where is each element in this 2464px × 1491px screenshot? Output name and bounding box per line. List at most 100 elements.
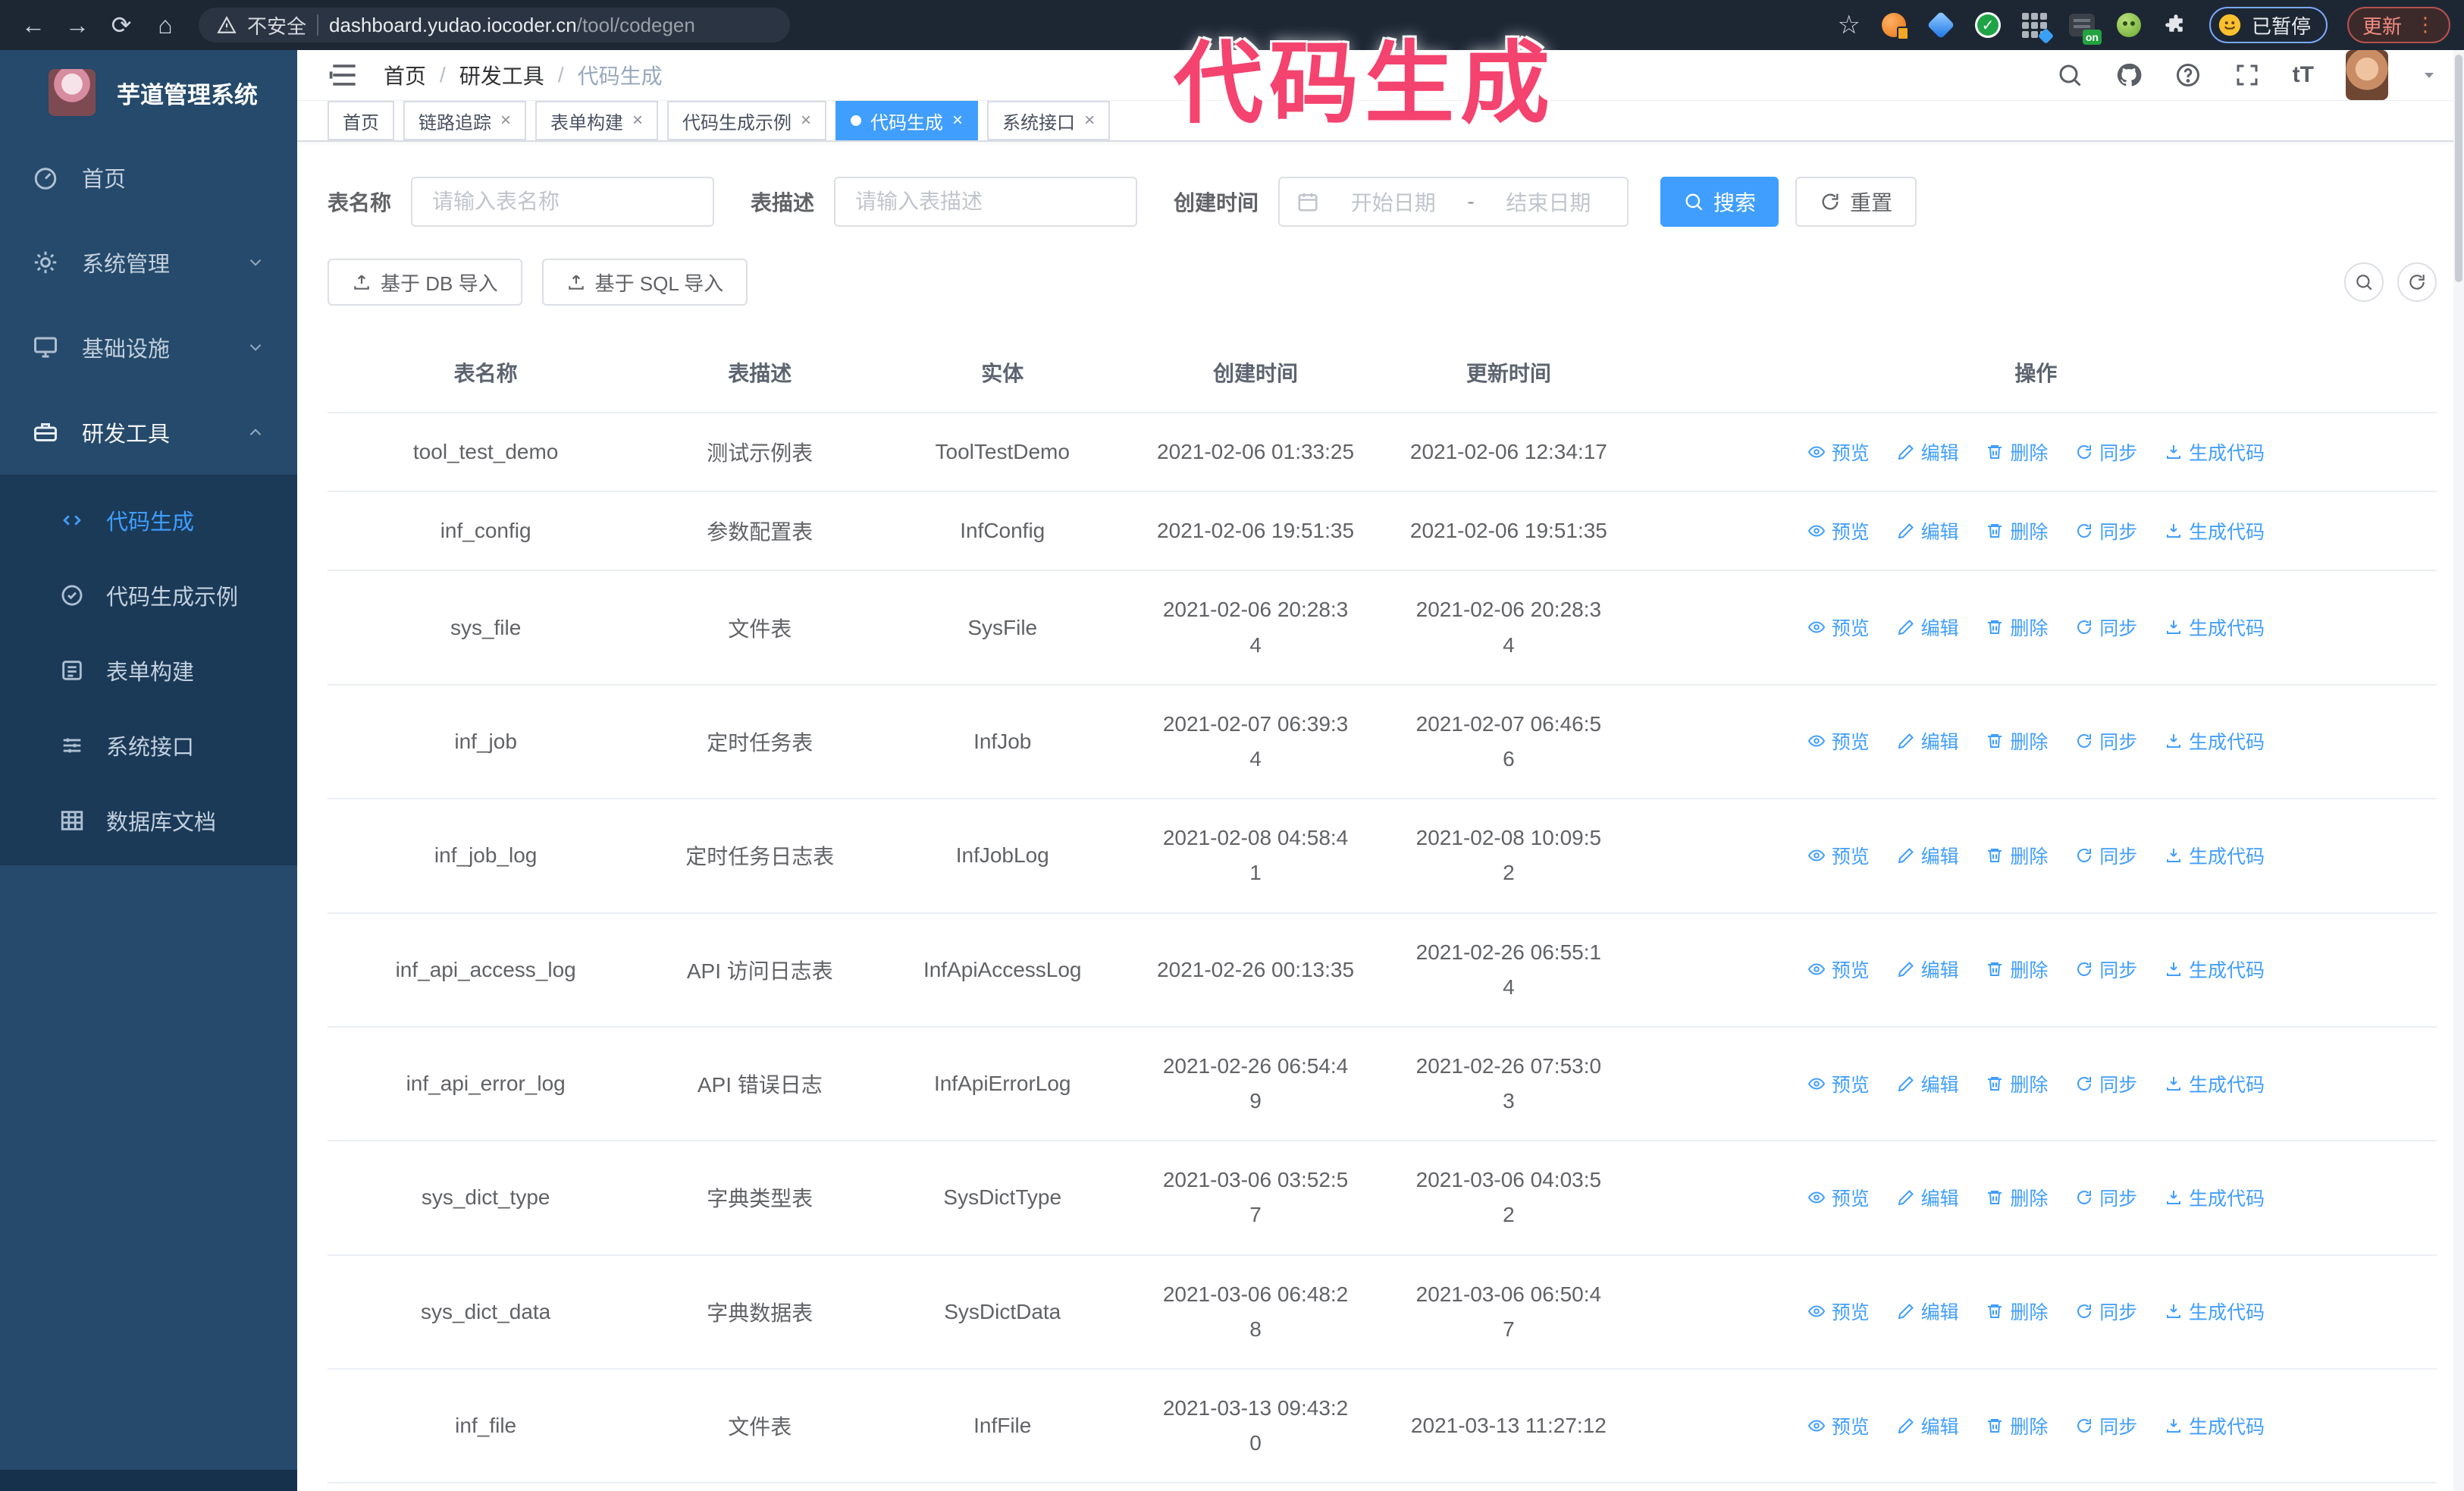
refresh-table-button[interactable]	[2397, 262, 2437, 302]
edit-action[interactable]: 编辑	[1897, 1412, 1959, 1439]
hamburger-icon[interactable]	[328, 58, 361, 92]
edit-action[interactable]: 编辑	[1897, 956, 1959, 983]
extension-orange-icon[interactable]	[1880, 11, 1909, 40]
sync-action[interactable]: 同步	[2075, 956, 2137, 983]
generate-code-action[interactable]: 生成代码	[2165, 438, 2265, 466]
fullscreen-icon[interactable]	[2234, 61, 2261, 89]
sync-action[interactable]: 同步	[2075, 842, 2137, 869]
search-icon[interactable]	[2056, 61, 2083, 89]
tags-view-tab[interactable]: 代码生成 ×	[835, 101, 979, 140]
tags-view-tab[interactable]: 链路追踪 ×	[403, 101, 527, 140]
avatar[interactable]	[2346, 50, 2388, 100]
generate-code-action[interactable]: 生成代码	[2165, 1184, 2265, 1211]
search-button[interactable]: 搜索	[1660, 177, 1779, 227]
date-end-placeholder[interactable]: 结束日期	[1487, 187, 1610, 217]
delete-action[interactable]: 删除	[1986, 614, 2048, 641]
preview-action[interactable]: 预览	[1807, 1298, 1870, 1325]
sync-action[interactable]: 同步	[2075, 1412, 2137, 1439]
sidebar-item-devtools[interactable]: 研发工具	[0, 390, 297, 475]
edit-action[interactable]: 编辑	[1897, 1184, 1959, 1211]
generate-code-action[interactable]: 生成代码	[2165, 727, 2265, 755]
tags-view-tab[interactable]: 首页	[328, 101, 394, 140]
close-icon[interactable]: ×	[500, 111, 511, 130]
sync-action[interactable]: 同步	[2075, 1184, 2137, 1211]
preview-action[interactable]: 预览	[1807, 517, 1870, 545]
delete-action[interactable]: 删除	[1986, 1070, 2048, 1097]
extension-on-icon[interactable]: on	[2068, 11, 2102, 45]
font-size-icon[interactable]: tT	[2293, 62, 2314, 88]
generate-code-action[interactable]: 生成代码	[2165, 842, 2265, 869]
close-icon[interactable]: ×	[1084, 111, 1095, 130]
table-name-input[interactable]	[411, 177, 715, 227]
delete-action[interactable]: 删除	[1986, 1298, 2048, 1325]
preview-action[interactable]: 预览	[1807, 1184, 1870, 1211]
scrollbar[interactable]	[2453, 50, 2464, 1491]
sidebar-subitem-codegen[interactable]: 代码生成	[0, 482, 297, 557]
extension-gem-icon[interactable]	[1926, 11, 1955, 39]
close-icon[interactable]: ×	[952, 111, 963, 130]
extension-alien-icon[interactable]	[2115, 11, 2143, 39]
close-icon[interactable]: ×	[632, 111, 643, 130]
bookmark-star-icon[interactable]: ☆	[1837, 10, 1860, 40]
browser-home-icon[interactable]: ⌂	[146, 5, 185, 45]
date-start-placeholder[interactable]: 开始日期	[1331, 187, 1455, 217]
browser-update-button[interactable]: 更新 ⋮	[2346, 7, 2450, 43]
tags-view-tab[interactable]: 表单构建 ×	[535, 101, 659, 140]
sync-action[interactable]: 同步	[2075, 517, 2137, 545]
edit-action[interactable]: 编辑	[1897, 842, 1959, 869]
generate-code-action[interactable]: 生成代码	[2165, 1298, 2265, 1325]
sync-action[interactable]: 同步	[2075, 1070, 2137, 1097]
delete-action[interactable]: 删除	[1986, 956, 2048, 983]
edit-action[interactable]: 编辑	[1897, 517, 1959, 545]
delete-action[interactable]: 删除	[1986, 517, 2048, 545]
toggle-search-button[interactable]	[2344, 262, 2384, 302]
extensions-puzzle-icon[interactable]	[2162, 11, 2190, 39]
browser-reload-icon[interactable]: ⟳	[102, 5, 141, 45]
generate-code-action[interactable]: 生成代码	[2165, 1070, 2265, 1097]
sidebar-item-system[interactable]: 系统管理	[0, 220, 297, 305]
preview-action[interactable]: 预览	[1807, 842, 1870, 869]
tags-view-tab[interactable]: 代码生成示例 ×	[667, 101, 827, 140]
close-icon[interactable]: ×	[801, 111, 811, 130]
delete-action[interactable]: 删除	[1986, 727, 2048, 755]
generate-code-action[interactable]: 生成代码	[2165, 956, 2265, 983]
preview-action[interactable]: 预览	[1807, 438, 1870, 466]
preview-action[interactable]: 预览	[1807, 1412, 1870, 1439]
address-bar[interactable]: 不安全 dashboard.yudao.iocoder.cn/tool/code…	[199, 8, 790, 42]
sidebar-subitem-codegen-demo[interactable]: 代码生成示例	[0, 557, 297, 632]
reset-button[interactable]: 重置	[1795, 177, 1917, 227]
breadcrumb-home[interactable]: 首页	[384, 60, 426, 90]
sidebar-logo[interactable]: 芋道管理系统	[0, 50, 297, 135]
sync-action[interactable]: 同步	[2075, 727, 2137, 755]
sync-action[interactable]: 同步	[2075, 614, 2137, 641]
delete-action[interactable]: 删除	[1986, 842, 2048, 869]
generate-code-action[interactable]: 生成代码	[2165, 1412, 2265, 1439]
sync-action[interactable]: 同步	[2075, 1298, 2137, 1325]
github-icon[interactable]	[2115, 61, 2143, 89]
generate-code-action[interactable]: 生成代码	[2165, 614, 2265, 641]
delete-action[interactable]: 删除	[1986, 1184, 2048, 1211]
edit-action[interactable]: 编辑	[1897, 1070, 1959, 1097]
browser-forward-icon[interactable]: →	[58, 5, 97, 45]
edit-action[interactable]: 编辑	[1897, 614, 1959, 641]
import-sql-button[interactable]: 基于 SQL 导入	[541, 259, 748, 306]
sidebar-subitem-db-doc[interactable]: 数据库文档	[0, 783, 297, 858]
sidebar-subitem-form-builder[interactable]: 表单构建	[0, 632, 297, 708]
sidebar-subitem-api[interactable]: 系统接口	[0, 708, 297, 783]
import-db-button[interactable]: 基于 DB 导入	[328, 259, 522, 306]
delete-action[interactable]: 删除	[1986, 438, 2048, 466]
help-icon[interactable]	[2174, 61, 2202, 89]
extension-grid-icon[interactable]	[2021, 11, 2055, 45]
browser-menu-icon[interactable]: ⋮	[2415, 15, 2435, 34]
scrollbar-thumb[interactable]	[2455, 55, 2462, 282]
caret-down-icon[interactable]	[2420, 66, 2438, 84]
preview-action[interactable]: 预览	[1807, 727, 1870, 755]
edit-action[interactable]: 编辑	[1897, 727, 1959, 755]
extension-check-icon[interactable]: ✓	[1974, 11, 2002, 39]
preview-action[interactable]: 预览	[1807, 1070, 1870, 1097]
delete-action[interactable]: 删除	[1986, 1412, 2048, 1439]
sidebar-item-home[interactable]: 首页	[0, 135, 297, 220]
tags-view-tab[interactable]: 系统接口 ×	[987, 101, 1111, 140]
table-desc-input[interactable]	[834, 177, 1138, 227]
sidebar-item-infra[interactable]: 基础设施	[0, 305, 297, 390]
